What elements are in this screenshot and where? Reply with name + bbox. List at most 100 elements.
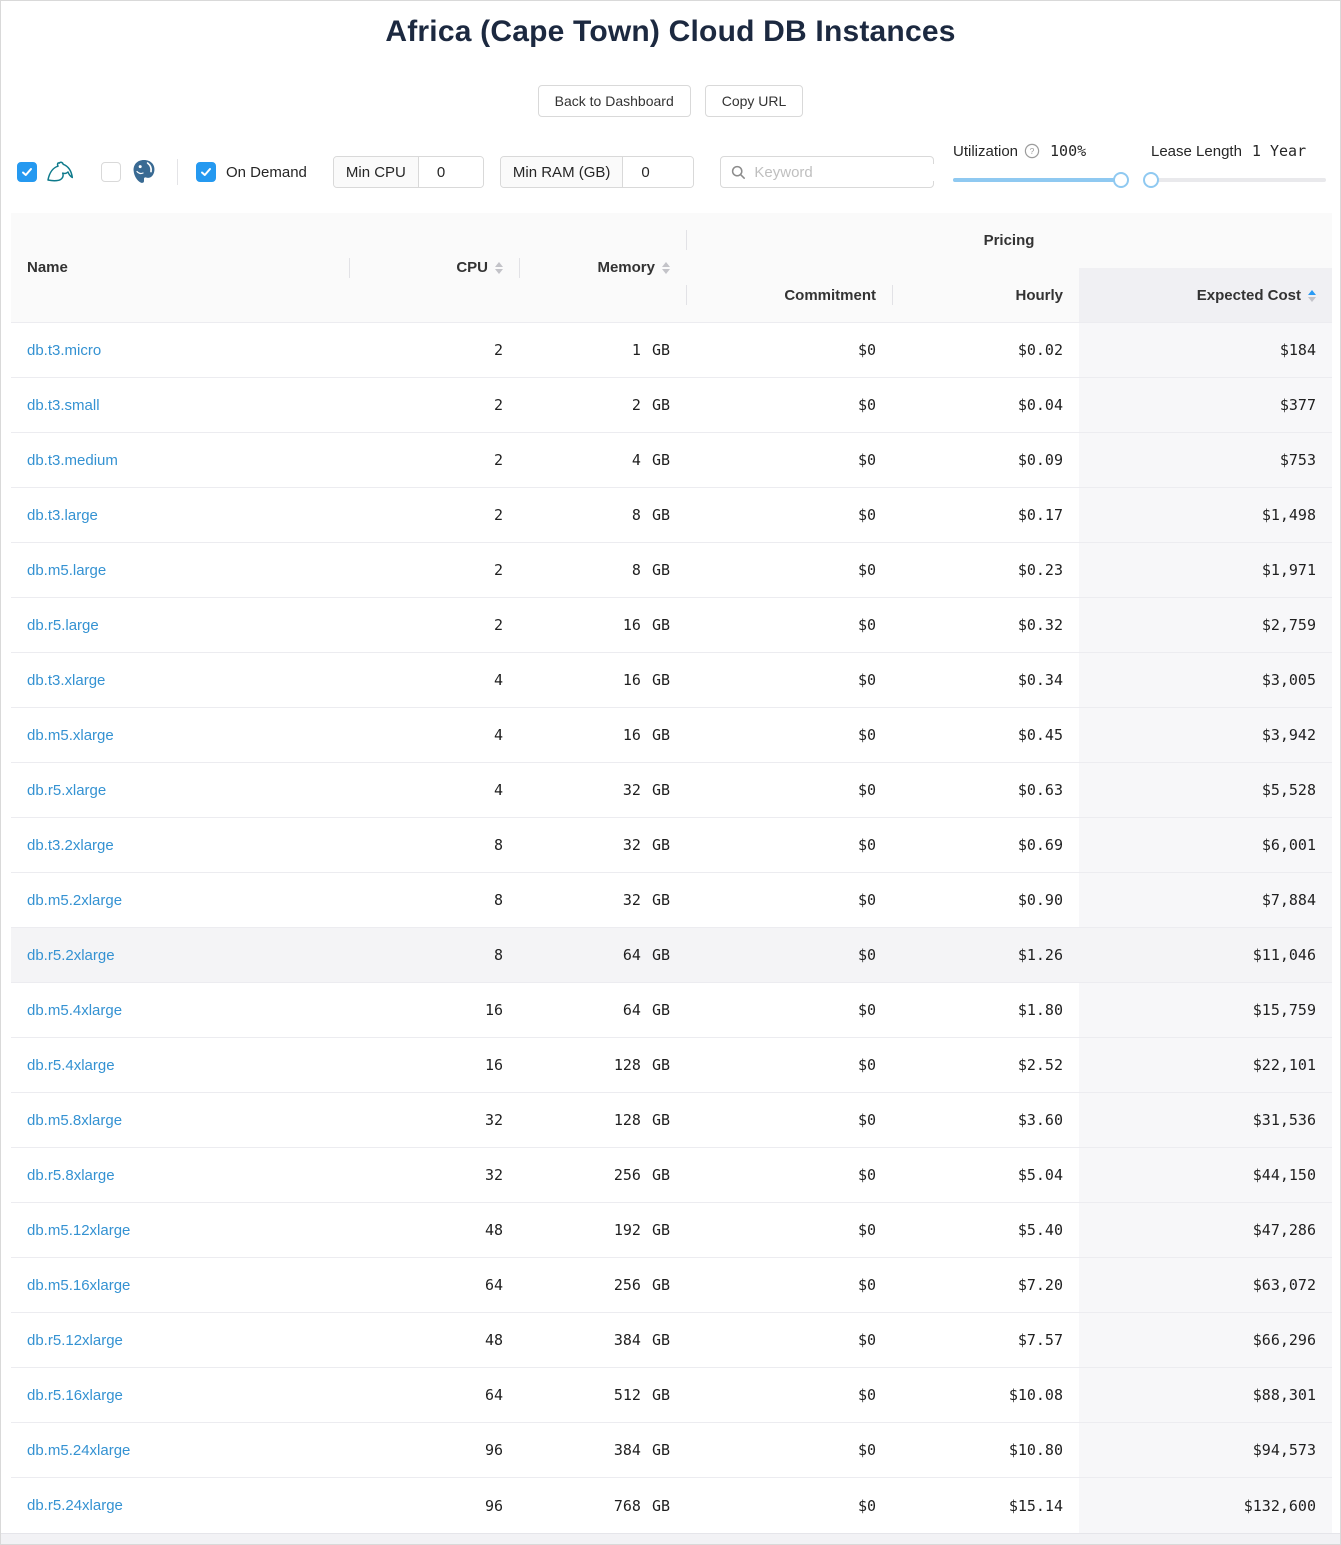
memory-cell: 256GB <box>519 1148 686 1203</box>
cpu-cell: 96 <box>349 1423 519 1478</box>
instance-name-link[interactable]: db.t3.xlarge <box>27 672 105 689</box>
table-row[interactable]: db.r5.4xlarge 16 128GB $0 $2.52 $22,101 <box>11 1038 1332 1093</box>
instance-name-link[interactable]: db.m5.large <box>27 562 106 579</box>
question-circle-icon[interactable]: ? <box>1024 143 1040 159</box>
keyword-input[interactable] <box>754 164 953 181</box>
table-row[interactable]: db.t3.large 2 8GB $0 $0.17 $1,498 <box>11 488 1332 543</box>
expected-cost-cell: $3,005 <box>1079 653 1332 708</box>
lease-length-block: Lease Length 1 Year <box>1151 156 1326 188</box>
expected-cost-cell: $5,528 <box>1079 763 1332 818</box>
min-cpu-group: Min CPU <box>333 156 484 188</box>
instance-name-link[interactable]: db.m5.4xlarge <box>27 1002 122 1019</box>
instance-name-link[interactable]: db.r5.12xlarge <box>27 1332 123 1349</box>
header-cpu[interactable]: CPU <box>349 213 519 323</box>
expected-cost-cell: $22,101 <box>1079 1038 1332 1093</box>
expected-cost-cell: $15,759 <box>1079 983 1332 1038</box>
min-cpu-input[interactable] <box>419 157 483 187</box>
instance-name-link[interactable]: db.t3.2xlarge <box>27 837 114 854</box>
table-row[interactable]: db.r5.xlarge 4 32GB $0 $0.63 $5,528 <box>11 763 1332 818</box>
table-row[interactable]: db.r5.large 2 16GB $0 $0.32 $2,759 <box>11 598 1332 653</box>
hourly-cell: $7.20 <box>892 1258 1079 1313</box>
memory-cell: 768GB <box>519 1478 686 1533</box>
instance-name-link[interactable]: db.r5.2xlarge <box>27 947 115 964</box>
mysql-checkbox[interactable] <box>17 162 37 182</box>
instance-name-link[interactable]: db.r5.8xlarge <box>27 1167 115 1184</box>
cpu-cell: 48 <box>349 1203 519 1258</box>
memory-cell: 32GB <box>519 818 686 873</box>
table-row[interactable]: db.t3.2xlarge 8 32GB $0 $0.69 $6,001 <box>11 818 1332 873</box>
instance-name-link[interactable]: db.r5.24xlarge <box>27 1497 123 1514</box>
table-row[interactable]: db.t3.micro 2 1GB $0 $0.02 $184 <box>11 323 1332 378</box>
hourly-cell: $0.90 <box>892 873 1079 928</box>
page-header: Africa (Cape Town) Cloud DB Instances Ba… <box>1 1 1340 117</box>
instance-name-link[interactable]: db.m5.2xlarge <box>27 892 122 909</box>
memory-cell: 16GB <box>519 708 686 763</box>
table-row[interactable]: db.r5.12xlarge 48 384GB $0 $7.57 $66,296 <box>11 1313 1332 1368</box>
instance-name-link[interactable]: db.m5.12xlarge <box>27 1222 130 1239</box>
instance-name-link[interactable]: db.m5.16xlarge <box>27 1277 130 1294</box>
memory-sort-icon[interactable] <box>662 262 670 274</box>
lease-length-slider[interactable] <box>1151 172 1326 188</box>
header-expected-cost[interactable]: Expected Cost <box>1079 268 1332 323</box>
utilization-slider-thumb[interactable] <box>1113 172 1129 188</box>
on-demand-checkbox[interactable] <box>196 162 216 182</box>
utilization-label: Utilization <box>953 143 1018 160</box>
table-row[interactable]: db.m5.24xlarge 96 384GB $0 $10.80 $94,57… <box>11 1423 1332 1478</box>
table-row[interactable]: db.m5.16xlarge 64 256GB $0 $7.20 $63,072 <box>11 1258 1332 1313</box>
table-row[interactable]: db.m5.8xlarge 32 128GB $0 $3.60 $31,536 <box>11 1093 1332 1148</box>
instance-name-link[interactable]: db.t3.large <box>27 507 98 524</box>
table-row[interactable]: db.m5.large 2 8GB $0 $0.23 $1,971 <box>11 543 1332 598</box>
instance-name-link[interactable]: db.t3.small <box>27 397 100 414</box>
hourly-cell: $1.26 <box>892 928 1079 983</box>
memory-cell: 4GB <box>519 433 686 488</box>
table-row[interactable]: db.m5.4xlarge 16 64GB $0 $1.80 $15,759 <box>11 983 1332 1038</box>
instance-name-link[interactable]: db.r5.large <box>27 617 99 634</box>
copy-url-button[interactable]: Copy URL <box>705 85 804 117</box>
instance-name-link[interactable]: db.t3.medium <box>27 452 118 469</box>
table-row[interactable]: db.t3.medium 2 4GB $0 $0.09 $753 <box>11 433 1332 488</box>
cpu-sort-icon[interactable] <box>495 262 503 274</box>
expected-cost-cell: $11,046 <box>1079 928 1332 983</box>
instance-name-link[interactable]: db.m5.xlarge <box>27 727 114 744</box>
min-ram-label: Min RAM (GB) <box>501 157 624 187</box>
memory-cell: 192GB <box>519 1203 686 1258</box>
instance-name-link[interactable]: db.t3.micro <box>27 342 101 359</box>
page: Africa (Cape Town) Cloud DB Instances Ba… <box>0 0 1341 1545</box>
cpu-cell: 64 <box>349 1368 519 1423</box>
expected-cost-cell: $2,759 <box>1079 598 1332 653</box>
expected-cost-cell: $132,600 <box>1079 1478 1332 1533</box>
hourly-cell: $10.80 <box>892 1423 1079 1478</box>
utilization-slider[interactable] <box>953 172 1121 188</box>
table-row[interactable]: db.t3.xlarge 4 16GB $0 $0.34 $3,005 <box>11 653 1332 708</box>
commitment-cell: $0 <box>686 873 892 928</box>
instance-name-link[interactable]: db.r5.16xlarge <box>27 1387 123 1404</box>
table-row[interactable]: db.m5.2xlarge 8 32GB $0 $0.90 $7,884 <box>11 873 1332 928</box>
table-row[interactable]: db.r5.16xlarge 64 512GB $0 $10.08 $88,30… <box>11 1368 1332 1423</box>
cpu-cell: 16 <box>349 1038 519 1093</box>
min-ram-input[interactable] <box>623 157 693 187</box>
table-row[interactable]: db.t3.small 2 2GB $0 $0.04 $377 <box>11 378 1332 433</box>
table-row[interactable]: db.m5.12xlarge 48 192GB $0 $5.40 $47,286 <box>11 1203 1332 1258</box>
back-to-dashboard-button[interactable]: Back to Dashboard <box>538 85 691 117</box>
instance-name-link[interactable]: db.m5.24xlarge <box>27 1442 130 1459</box>
lease-length-slider-thumb[interactable] <box>1143 172 1159 188</box>
hourly-cell: $0.45 <box>892 708 1079 763</box>
cpu-cell: 32 <box>349 1148 519 1203</box>
expected-cost-sort-icon[interactable] <box>1308 290 1316 302</box>
commitment-cell: $0 <box>686 1038 892 1093</box>
header-memory[interactable]: Memory <box>519 213 686 323</box>
commitment-cell: $0 <box>686 708 892 763</box>
table-row[interactable]: db.r5.2xlarge 8 64GB $0 $1.26 $11,046 <box>11 928 1332 983</box>
postgresql-elephant-icon <box>129 157 159 187</box>
expected-cost-cell: $66,296 <box>1079 1313 1332 1368</box>
header-commitment: Commitment <box>686 268 892 323</box>
table-row[interactable]: db.r5.8xlarge 32 256GB $0 $5.04 $44,150 <box>11 1148 1332 1203</box>
commitment-cell: $0 <box>686 378 892 433</box>
postgres-checkbox[interactable] <box>101 162 121 182</box>
instance-name-link[interactable]: db.m5.8xlarge <box>27 1112 122 1129</box>
hourly-cell: $0.23 <box>892 543 1079 598</box>
table-row[interactable]: db.m5.xlarge 4 16GB $0 $0.45 $3,942 <box>11 708 1332 763</box>
table-row[interactable]: db.r5.24xlarge 96 768GB $0 $15.14 $132,6… <box>11 1478 1332 1533</box>
instance-name-link[interactable]: db.r5.xlarge <box>27 782 106 799</box>
instance-name-link[interactable]: db.r5.4xlarge <box>27 1057 115 1074</box>
